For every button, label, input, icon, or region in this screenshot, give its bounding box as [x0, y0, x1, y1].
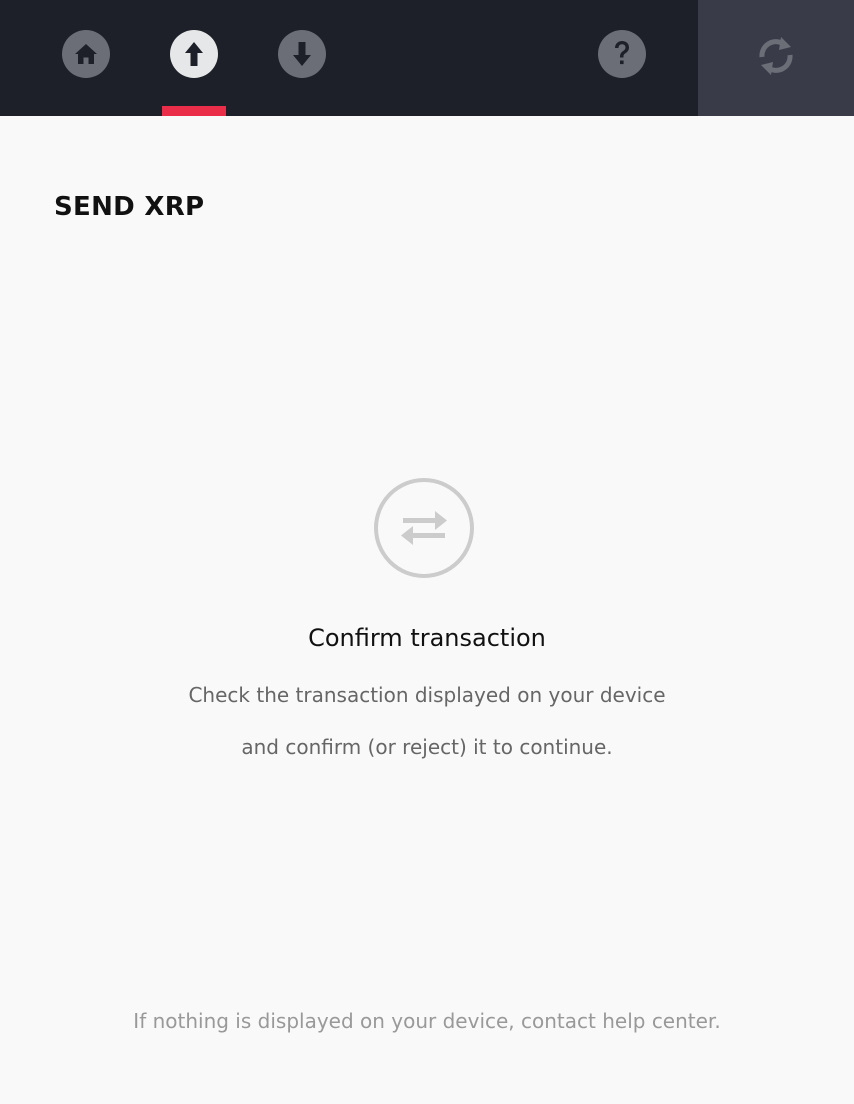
send-icon	[183, 40, 205, 68]
confirm-instruction-line-1: Check the transaction displayed on your …	[188, 683, 666, 707]
confirm-transaction-heading: Confirm transaction	[308, 624, 546, 652]
home-icon	[73, 42, 99, 66]
sync-button[interactable]	[698, 0, 854, 116]
nav-send-button[interactable]	[170, 30, 218, 78]
transfer-arrows-icon	[373, 477, 475, 579]
help-icon	[611, 39, 633, 69]
nav-home-button[interactable]	[62, 30, 110, 78]
sync-icon	[755, 33, 797, 83]
top-navigation-bar	[0, 0, 854, 116]
confirm-instruction-line-2: and confirm (or reject) it to continue.	[241, 735, 613, 759]
receive-icon	[291, 40, 313, 68]
page-title: SEND XRP	[54, 192, 205, 222]
nav-help-button[interactable]	[598, 30, 646, 78]
active-tab-indicator	[162, 106, 226, 116]
nav-receive-button[interactable]	[278, 30, 326, 78]
help-center-note: If nothing is displayed on your device, …	[133, 1009, 721, 1033]
